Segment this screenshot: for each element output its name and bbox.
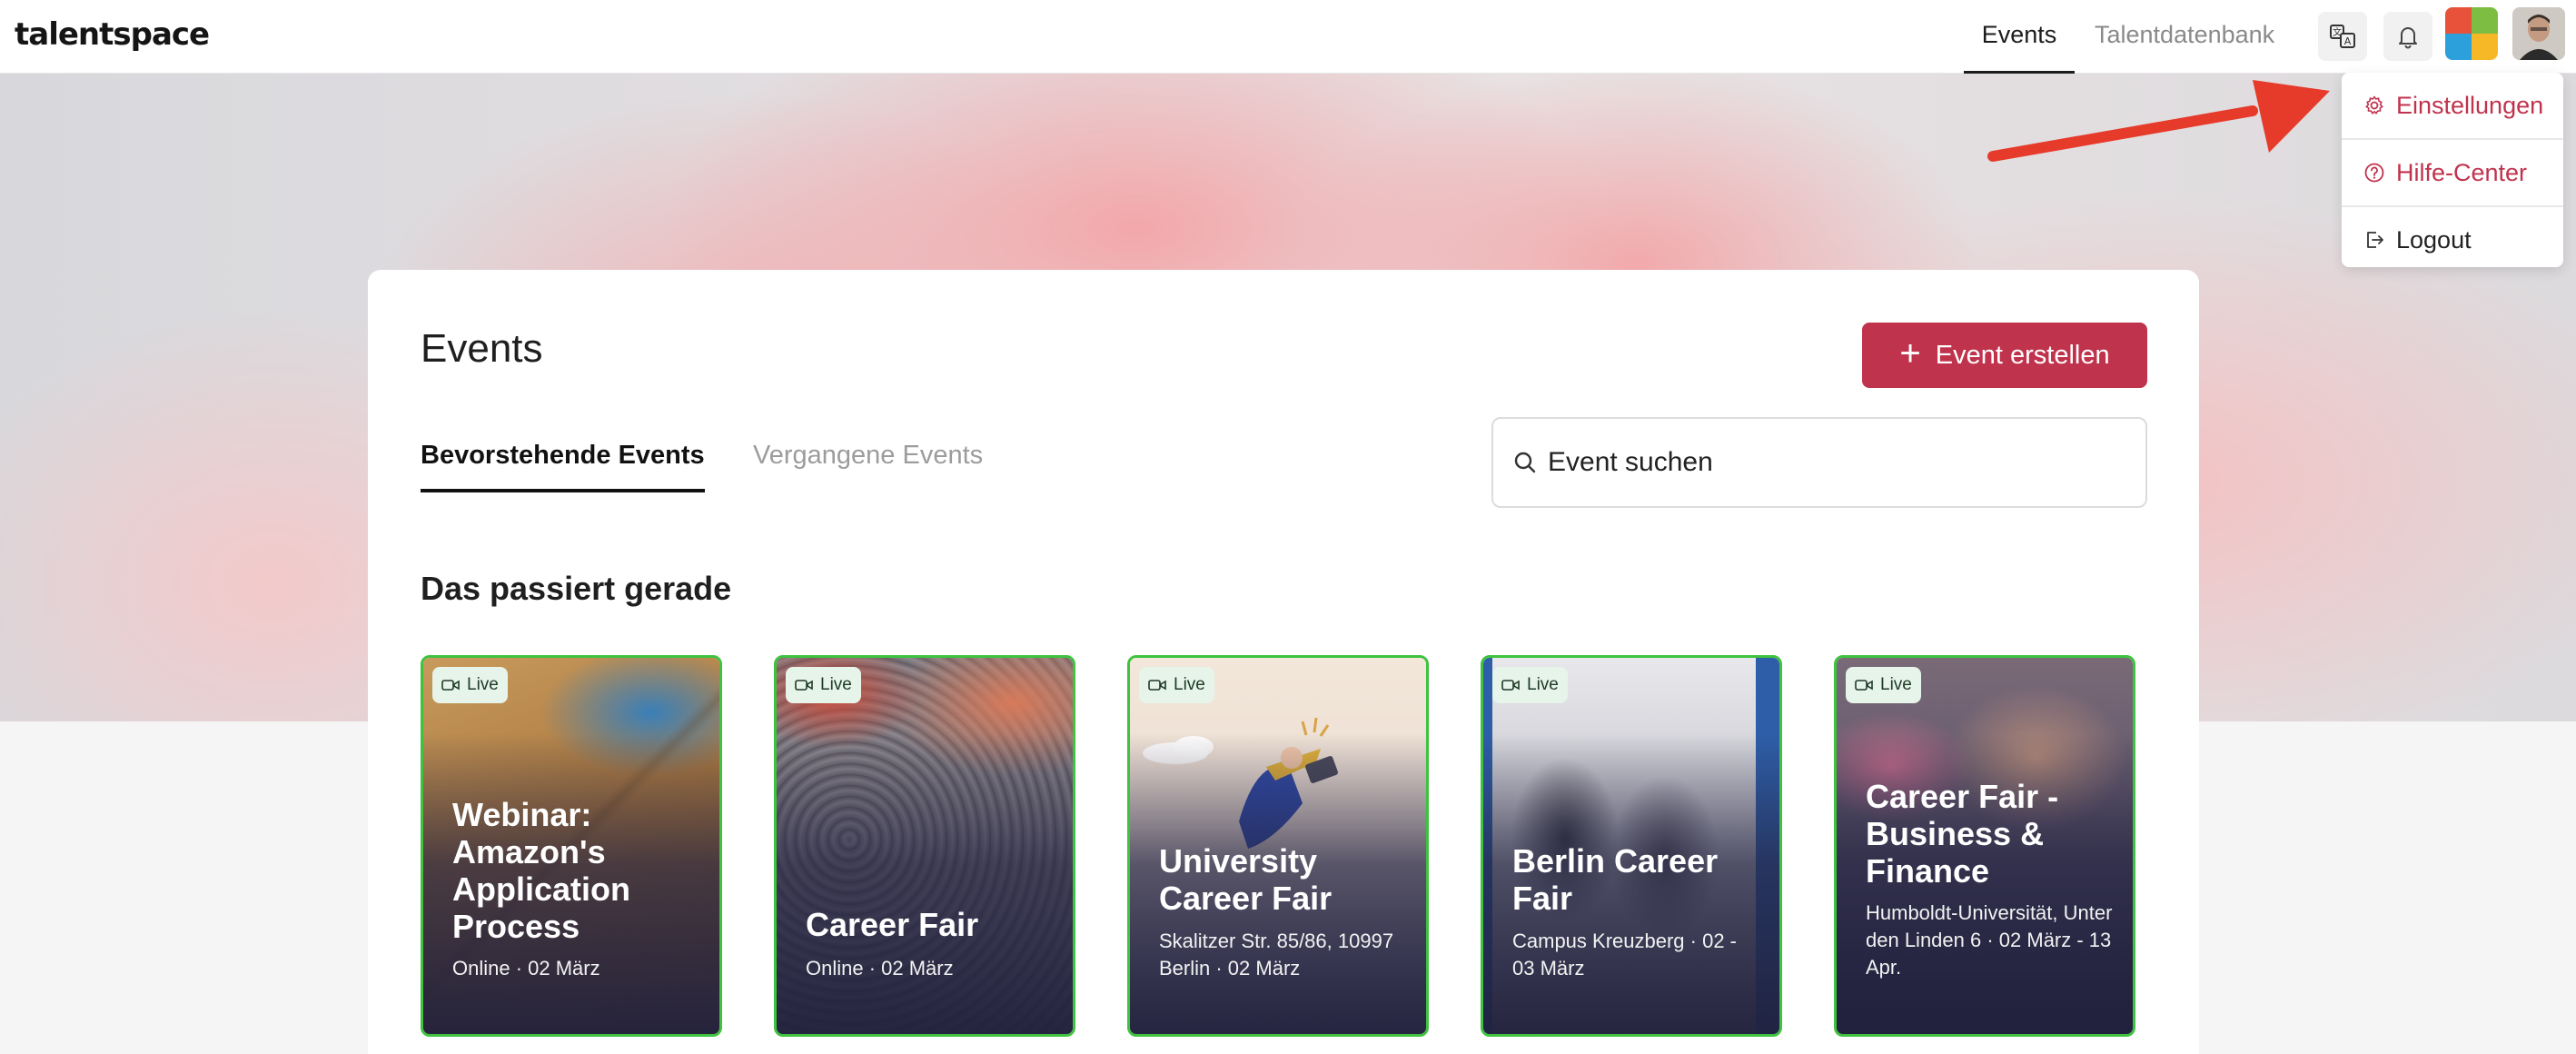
event-card[interactable]: Live Berlin Career Fair Campus Kreuzberg… <box>1481 655 1782 1037</box>
event-card[interactable]: Live Webinar: Amazon's Application Proce… <box>421 655 722 1037</box>
nav-tab-talentdatenbank[interactable]: Talentdatenbank <box>2095 0 2274 74</box>
translate-icon: 文 A <box>2330 25 2355 48</box>
page-title: Events <box>421 326 543 371</box>
event-subtitle: Humboldt-Universität, Unter den Linden 6… <box>1866 901 2113 979</box>
event-subtitle: Online · 02 März <box>452 957 600 979</box>
live-badge: Live <box>1492 667 1568 703</box>
event-title: Webinar: Amazon's Application Process <box>452 796 630 945</box>
tab-upcoming-events[interactable]: Bevorstehende Events <box>421 441 705 492</box>
gear-icon <box>2365 95 2383 114</box>
live-badge: Live <box>1139 667 1214 703</box>
bell-icon <box>2399 27 2417 49</box>
event-card[interactable]: Live Career Fair - Business & Finance Hu… <box>1834 655 2135 1037</box>
question-circle-icon <box>2364 163 2384 183</box>
top-navigation-bar: talentspace Events Talentdatenbank 文 A <box>0 0 2576 74</box>
event-title: University Career Fair <box>1159 842 1333 917</box>
video-camera-icon <box>795 680 813 691</box>
user-avatar[interactable] <box>2512 7 2565 60</box>
live-label: Live <box>820 675 852 694</box>
video-camera-icon <box>441 680 460 691</box>
video-camera-icon <box>1148 680 1166 691</box>
live-badge: Live <box>432 667 508 703</box>
event-card[interactable]: Live Career Fair Online · 02 März <box>774 655 1075 1037</box>
nav-tab-events[interactable]: Events <box>1964 0 2075 74</box>
event-title: Career Fair <box>806 906 979 943</box>
live-label: Live <box>1527 675 1559 694</box>
event-card[interactable]: Live University Career Fair Skalitzer St… <box>1127 655 1429 1037</box>
menu-item-settings[interactable]: Einstellungen <box>2342 73 2563 138</box>
annotation-arrow <box>1987 80 2330 162</box>
create-event-label: Event erstellen <box>1935 340 2110 370</box>
tab-past-events[interactable]: Vergangene Events <box>753 441 983 489</box>
avatar-photo <box>2512 7 2565 60</box>
menu-item-label: Einstellungen <box>2396 91 2544 119</box>
logout-icon <box>2367 232 2383 248</box>
live-label: Live <box>1880 675 1912 694</box>
section-title-happening-now: Das passiert gerade <box>421 570 732 607</box>
menu-item-help-center[interactable]: Hilfe-Center <box>2342 140 2563 205</box>
search-input[interactable] <box>1548 447 2093 478</box>
talentspace-logo[interactable]: talentspace <box>15 16 210 53</box>
events-panel: Events + Event erstellen Bevorstehende E… <box>368 270 2199 1054</box>
event-subtitle: Skalitzer Str. 85/86, 10997 Berlin · 02 … <box>1159 930 1394 979</box>
live-badge: Live <box>786 667 861 703</box>
event-subtitle: Campus Kreuzberg · 02 - 03 März <box>1512 930 1737 979</box>
video-camera-icon <box>1855 680 1873 691</box>
menu-item-label: Logout <box>2396 225 2472 254</box>
create-event-button[interactable]: + Event erstellen <box>1862 323 2147 388</box>
event-subtitle: Online · 02 März <box>806 957 954 979</box>
organization-logo[interactable] <box>2445 7 2498 60</box>
video-camera-icon <box>1501 680 1520 691</box>
live-label: Live <box>1174 675 1205 694</box>
svg-text:A: A <box>2344 35 2352 47</box>
event-title: Berlin Career Fair <box>1512 842 1719 917</box>
search-icon <box>1514 452 1536 473</box>
event-title: Career Fair - Business & Finance <box>1866 778 2059 890</box>
live-badge: Live <box>1846 667 1921 703</box>
live-label: Live <box>467 675 499 694</box>
user-menu-dropdown: Einstellungen Hilfe-Center Logout <box>2342 73 2563 267</box>
notifications-button[interactable] <box>2383 12 2432 61</box>
menu-item-logout[interactable]: Logout <box>2342 207 2563 273</box>
translate-button[interactable]: 文 A <box>2318 12 2367 61</box>
menu-item-label: Hilfe-Center <box>2396 158 2528 186</box>
event-search <box>1491 417 2147 508</box>
plus-icon: + <box>1899 333 1921 373</box>
